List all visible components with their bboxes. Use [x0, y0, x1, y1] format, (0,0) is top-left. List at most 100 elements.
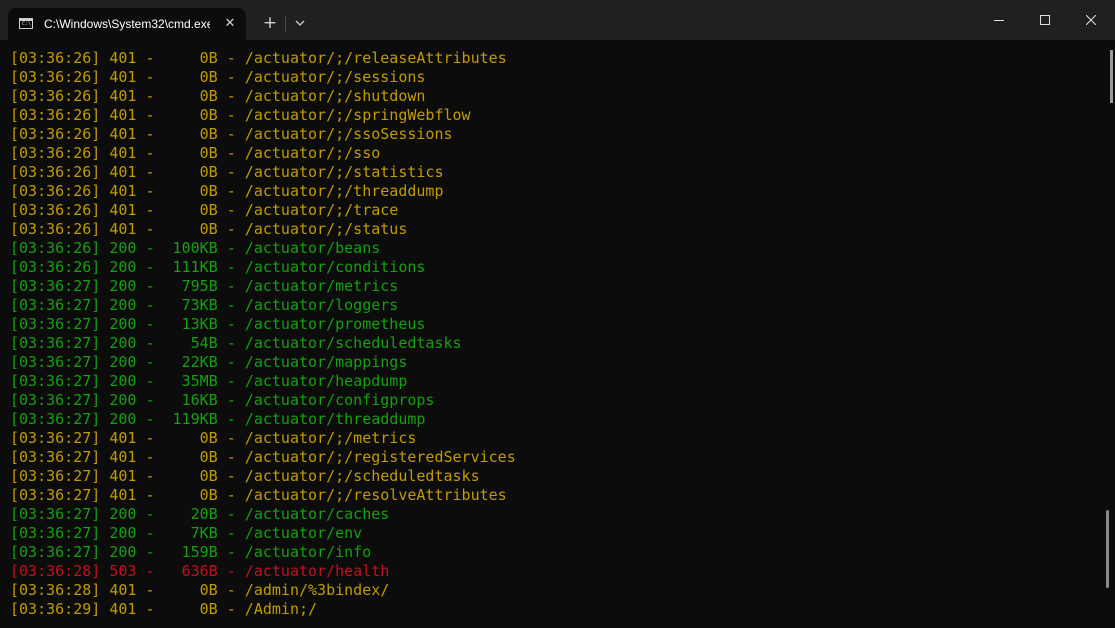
timestamp: [03:36:26] [10, 258, 101, 276]
timestamp: [03:36:26] [10, 68, 101, 86]
timestamp: [03:36:27] [10, 334, 101, 352]
timestamp: [03:36:27] [10, 543, 101, 561]
status-code: 401 [109, 68, 137, 86]
minimize-button[interactable] [976, 0, 1022, 40]
status-code: 401 [109, 581, 137, 599]
timestamp: [03:36:26] [10, 49, 101, 67]
output-line: [03:36:26] 401 - 0B - /actuator/;/shutdo… [10, 87, 426, 105]
timestamp: [03:36:27] [10, 429, 101, 447]
output-line: [03:36:27] 200 - 7KB - /actuator/env [10, 524, 363, 542]
request-path: /actuator/mappings [244, 353, 408, 371]
status-code: 200 [109, 315, 137, 333]
timestamp: [03:36:27] [10, 410, 101, 428]
output-line: [03:36:29] 401 - 0B - /Admin;/ [10, 600, 318, 618]
status-code: 200 [109, 543, 137, 561]
timestamp: [03:36:27] [10, 353, 101, 371]
response-size: 20B [190, 505, 218, 523]
tab-cmd[interactable]: C:\ C:\Windows\System32\cmd.exe ✕ [8, 8, 246, 40]
output-line: [03:36:26] 200 - 100KB - /actuator/beans [10, 239, 381, 257]
response-size: 0B [199, 87, 218, 105]
output-line: [03:36:26] 401 - 0B - /actuator/;/sessio… [10, 68, 426, 86]
response-size: 54B [190, 334, 218, 352]
request-path: /actuator/beans [244, 239, 381, 257]
timestamp: [03:36:26] [10, 201, 101, 219]
timestamp: [03:36:27] [10, 448, 101, 466]
request-path: /actuator/;/statistics [244, 163, 444, 181]
status-code: 200 [109, 353, 137, 371]
timestamp: [03:36:26] [10, 125, 101, 143]
status-code: 200 [109, 505, 137, 523]
output-line: [03:36:26] 200 - 111KB - /actuator/condi… [10, 258, 426, 276]
output-line: [03:36:27] 200 - 16KB - /actuator/config… [10, 391, 435, 409]
output-line: [03:36:27] 200 - 795B - /actuator/metric… [10, 277, 399, 295]
request-path: /actuator/;/sessions [244, 68, 426, 86]
output-line: [03:36:26] 401 - 0B - /actuator/;/statis… [10, 163, 444, 181]
request-path: /actuator/loggers [244, 296, 399, 314]
timestamp: [03:36:26] [10, 163, 101, 181]
timestamp: [03:36:27] [10, 277, 101, 295]
response-size: 7KB [190, 524, 218, 542]
tab-separator [285, 16, 286, 32]
request-path: /actuator/;/ssoSessions [244, 125, 453, 143]
status-code: 401 [109, 220, 137, 238]
maximize-icon [1040, 15, 1050, 25]
output-line: [03:36:27] 200 - 73KB - /actuator/logger… [10, 296, 399, 314]
status-code: 401 [109, 144, 137, 162]
request-path: /actuator/heapdump [244, 372, 408, 390]
response-size: 795B [181, 277, 218, 295]
status-code: 200 [109, 277, 137, 295]
request-path: /Admin;/ [244, 600, 318, 618]
status-code: 200 [109, 334, 137, 352]
scroll-mark [1110, 50, 1113, 103]
output-line: [03:36:26] 401 - 0B - /actuator/;/spring… [10, 106, 471, 124]
output-line: [03:36:27] 401 - 0B - /actuator/;/regist… [10, 448, 516, 466]
status-code: 401 [109, 87, 137, 105]
request-path: /actuator/;/scheduledtasks [244, 467, 480, 485]
close-window-button[interactable] [1068, 0, 1114, 40]
timestamp: [03:36:27] [10, 372, 101, 390]
status-code: 401 [109, 49, 137, 67]
status-code: 503 [109, 562, 137, 580]
request-path: /actuator/scheduledtasks [244, 334, 462, 352]
request-path: /actuator/;/shutdown [244, 87, 426, 105]
status-code: 401 [109, 182, 137, 200]
request-path: /actuator/;/springWebflow [244, 106, 471, 124]
timestamp: [03:36:29] [10, 600, 101, 618]
output-line: [03:36:27] 200 - 22KB - /actuator/mappin… [10, 353, 408, 371]
status-code: 401 [109, 125, 137, 143]
request-path: /actuator/;/resolveAttributes [244, 486, 507, 504]
output-line: [03:36:28] 503 - 636B - /actuator/health [10, 562, 390, 580]
timestamp: [03:36:26] [10, 144, 101, 162]
request-path: /actuator/configprops [244, 391, 435, 409]
close-tab-icon[interactable]: ✕ [220, 14, 240, 34]
terminal-output[interactable]: [03:36:26] 401 - 0B - /actuator/;/releas… [0, 40, 1115, 628]
output-line: [03:36:27] 200 - 35MB - /actuator/heapdu… [10, 372, 408, 390]
response-size: 22KB [181, 353, 218, 371]
response-size: 0B [199, 201, 218, 219]
status-code: 200 [109, 296, 137, 314]
request-path: /actuator/;/metrics [244, 429, 417, 447]
new-tab-button[interactable]: + [258, 12, 282, 34]
status-code: 200 [109, 372, 137, 390]
maximize-button[interactable] [1022, 0, 1068, 40]
response-size: 0B [199, 144, 218, 162]
request-path: /actuator/prometheus [244, 315, 426, 333]
response-size: 159B [181, 543, 218, 561]
output-line: [03:36:28] 401 - 0B - /admin/%3bindex/ [10, 581, 390, 599]
chevron-down-icon[interactable] [290, 13, 310, 33]
request-path: /actuator/threaddump [244, 410, 426, 428]
response-size: 35MB [181, 372, 218, 390]
timestamp: [03:36:27] [10, 505, 101, 523]
status-code: 401 [109, 106, 137, 124]
timestamp: [03:36:26] [10, 239, 101, 257]
timestamp: [03:36:27] [10, 524, 101, 542]
request-path: /actuator/env [244, 524, 363, 542]
response-size: 0B [199, 125, 218, 143]
request-path: /actuator/;/trace [244, 201, 399, 219]
request-path: /actuator/;/sso [244, 144, 381, 162]
status-code: 401 [109, 448, 137, 466]
scrollbar-thumb[interactable] [1106, 510, 1109, 588]
terminal-window: C:\ C:\Windows\System32\cmd.exe ✕ + [03:… [0, 0, 1115, 628]
output-line: [03:36:27] 200 - 119KB - /actuator/threa… [10, 410, 426, 428]
timestamp: [03:36:28] [10, 581, 101, 599]
